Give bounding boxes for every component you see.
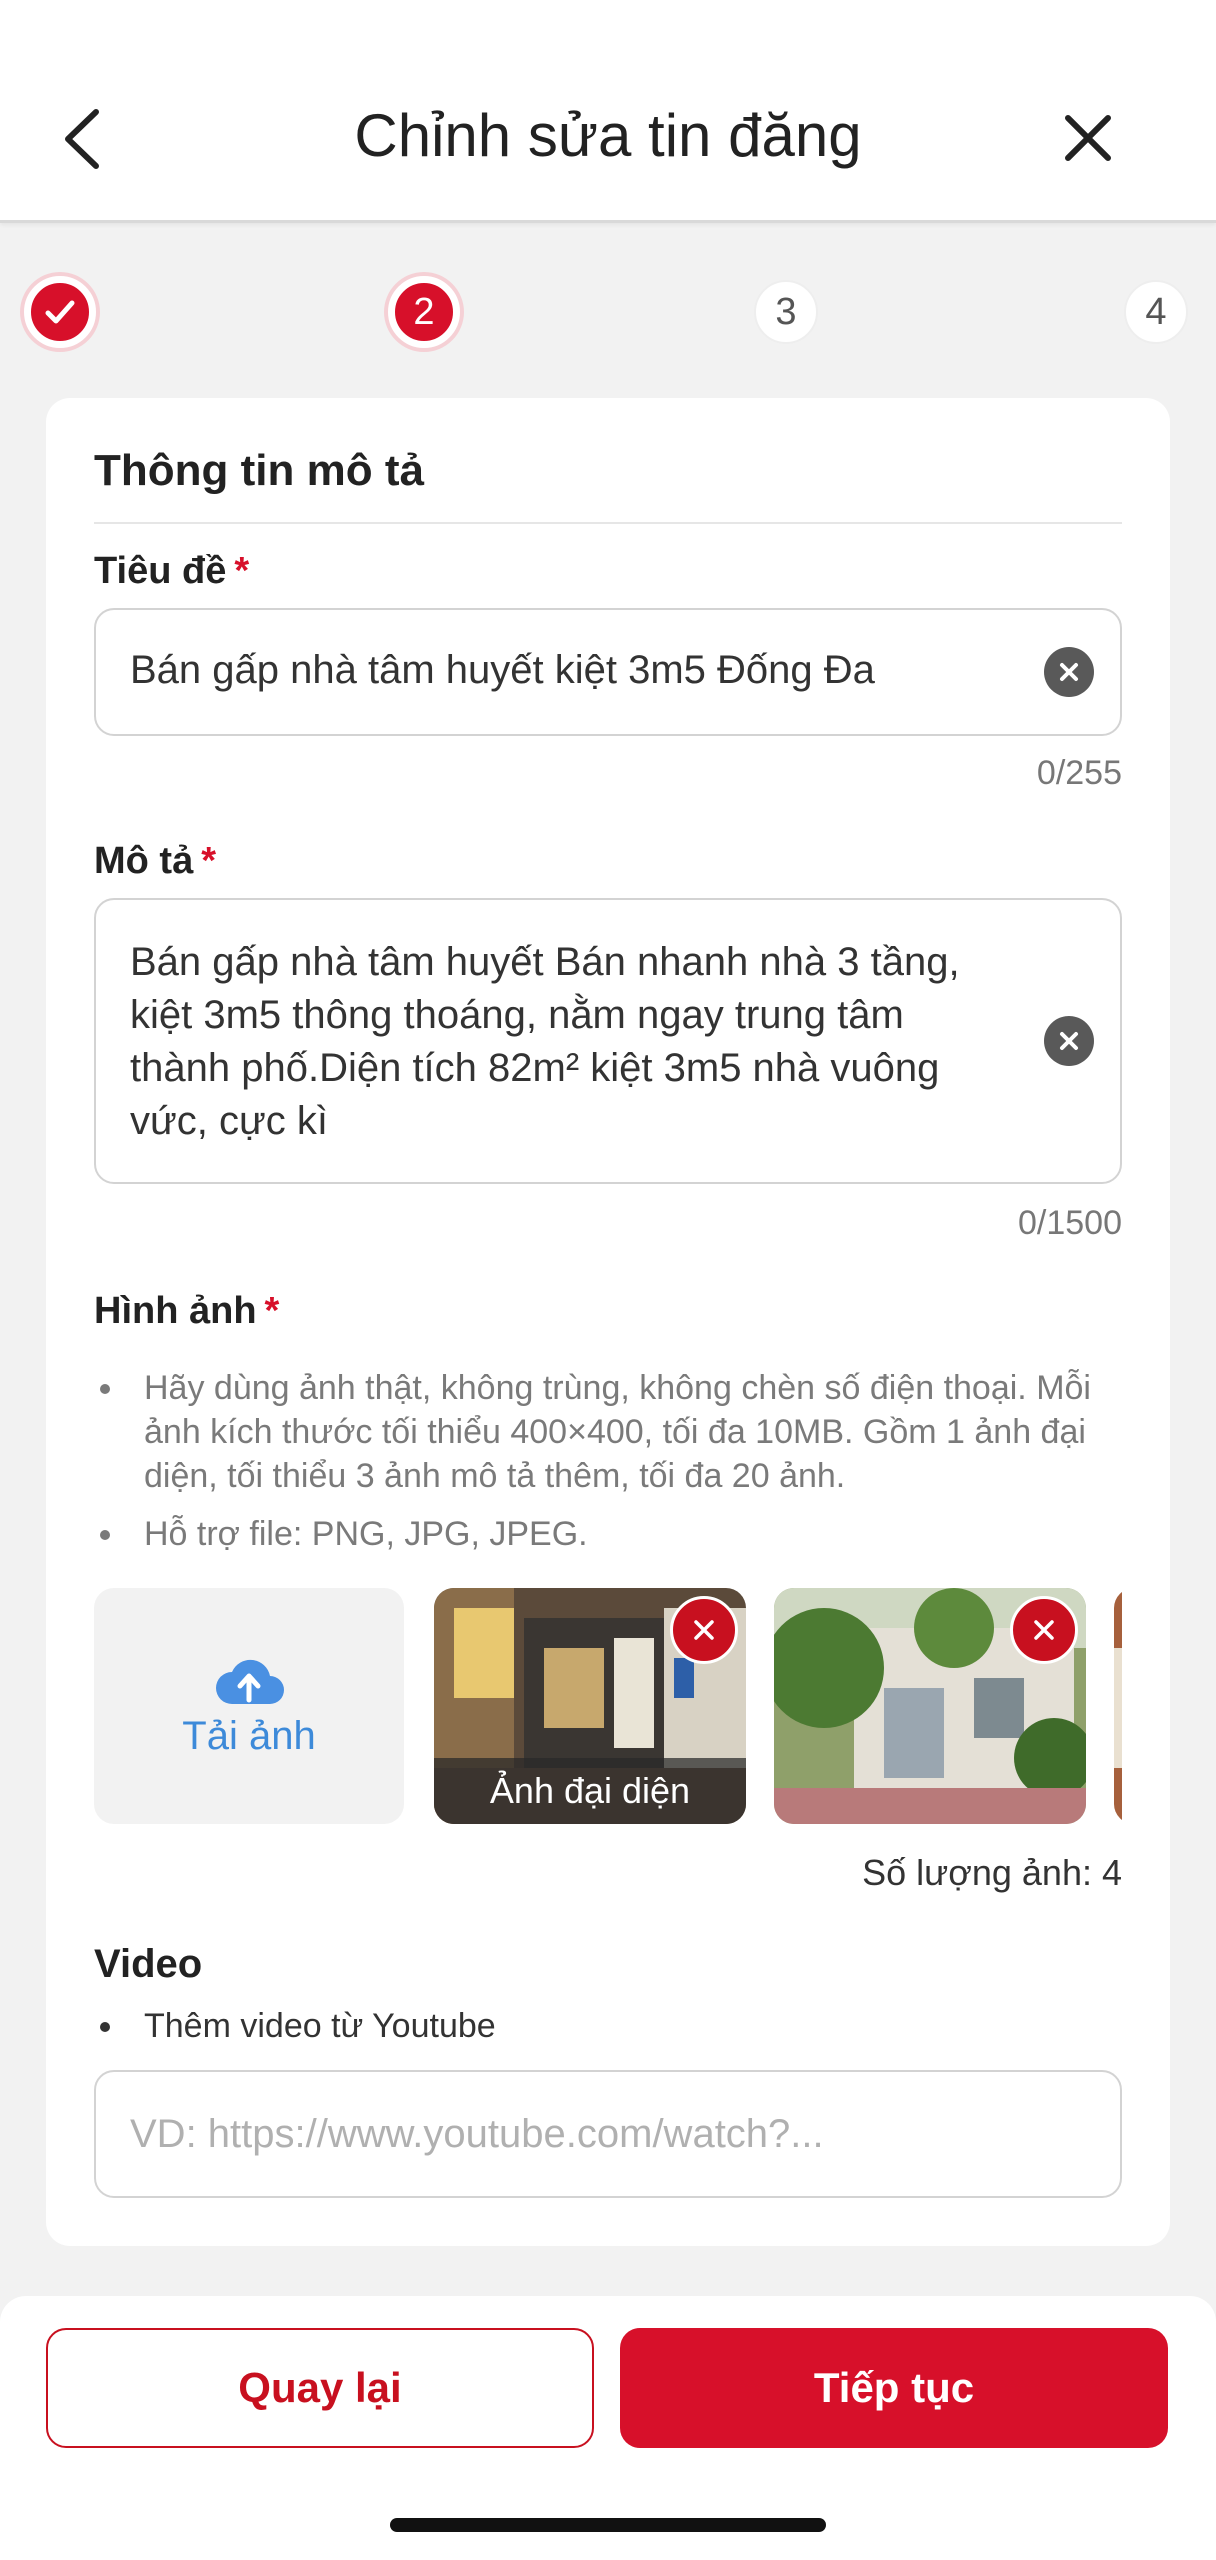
step-3: 3 xyxy=(754,280,818,344)
cover-photo-caption: Ảnh đại diện xyxy=(434,1758,746,1824)
header-bar: Chỉnh sửa tin đăng xyxy=(0,0,1216,223)
step-1-done xyxy=(24,276,96,348)
required-mark: * xyxy=(264,1290,280,1332)
required-mark: * xyxy=(201,840,217,882)
video-guidelines: Thêm video từ Youtube xyxy=(94,2004,1124,2048)
required-mark: * xyxy=(234,550,250,592)
photo-partial xyxy=(1114,1588,1122,1824)
description-card: Thông tin mô tả Tiêu đề * Bán gấp nhà tâm… xyxy=(46,398,1170,2246)
step-2: 2 xyxy=(388,276,460,348)
section-divider xyxy=(94,522,1122,524)
images-label: Hình ảnh * xyxy=(94,1290,279,1333)
video-label: Video xyxy=(94,1942,203,1986)
check-icon xyxy=(45,300,75,324)
section-title: Thông tin mô tả xyxy=(94,446,424,495)
close-icon xyxy=(1065,115,1111,161)
cloud-upload-icon xyxy=(216,1659,284,1704)
title-label: Tiêu đề * xyxy=(94,550,249,593)
footer-bar: Quay lại Tiếp tục xyxy=(0,2296,1216,2560)
description-textarea[interactable]: Bán gấp nhà tâm huyết Bán nhanh nhà 3 tầ… xyxy=(94,898,1122,1184)
video-guideline-item: Thêm video từ Youtube xyxy=(94,2004,1124,2048)
guideline-item: Hỗ trợ file: PNG, JPG, JPEG. xyxy=(94,1512,1124,1556)
clear-title-button[interactable] xyxy=(1044,647,1094,697)
step-4: 4 xyxy=(1124,280,1188,344)
upload-photo-button[interactable]: Tải ảnh xyxy=(94,1588,404,1824)
photo-thumbnail[interactable] xyxy=(774,1588,1086,1824)
photo-thumbnail-cover[interactable]: Ảnh đại diện xyxy=(434,1588,746,1824)
photo-count: Số lượng ảnh: 4 xyxy=(862,1852,1122,1893)
title-input-value: Bán gấp nhà tâm huyết kiệt 3m5 Đống Đa xyxy=(130,648,875,692)
description-label-text: Mô tả xyxy=(94,840,194,882)
close-icon xyxy=(1060,663,1078,681)
guideline-item: Hãy dùng ảnh thật, không trùng, không ch… xyxy=(94,1366,1124,1498)
photo-thumbnail-partial[interactable] xyxy=(1114,1588,1122,1824)
description-char-counter: 0/1500 xyxy=(1018,1204,1122,1242)
page-title: Chỉnh sửa tin đăng xyxy=(354,102,862,169)
image-guidelines: Hãy dùng ảnh thật, không trùng, không ch… xyxy=(94,1366,1124,1556)
title-input[interactable]: Bán gấp nhà tâm huyết kiệt 3m5 Đống Đa xyxy=(94,608,1122,736)
close-icon xyxy=(1060,1032,1078,1050)
upload-label: Tải ảnh xyxy=(182,1714,316,1758)
back-step-button[interactable]: Quay lại xyxy=(46,2328,594,2448)
description-label: Mô tả * xyxy=(94,840,216,883)
close-button[interactable] xyxy=(1060,110,1116,166)
close-icon xyxy=(694,1620,714,1640)
photo-strip[interactable]: Tải ảnh Ảnh đại diện xyxy=(94,1588,1122,1824)
remove-photo-button[interactable] xyxy=(670,1596,738,1664)
close-icon xyxy=(1034,1620,1054,1640)
title-char-counter: 0/255 xyxy=(1036,754,1122,792)
clear-description-button[interactable] xyxy=(1044,1016,1094,1066)
video-url-input[interactable] xyxy=(94,2070,1122,2198)
next-step-button[interactable]: Tiếp tục xyxy=(620,2328,1168,2448)
description-value: Bán gấp nhà tâm huyết Bán nhanh nhà 3 tầ… xyxy=(130,940,960,1143)
images-label-text: Hình ảnh xyxy=(94,1290,257,1332)
title-label-text: Tiêu đề xyxy=(94,550,227,592)
remove-photo-button[interactable] xyxy=(1010,1596,1078,1664)
home-indicator xyxy=(390,2518,826,2532)
